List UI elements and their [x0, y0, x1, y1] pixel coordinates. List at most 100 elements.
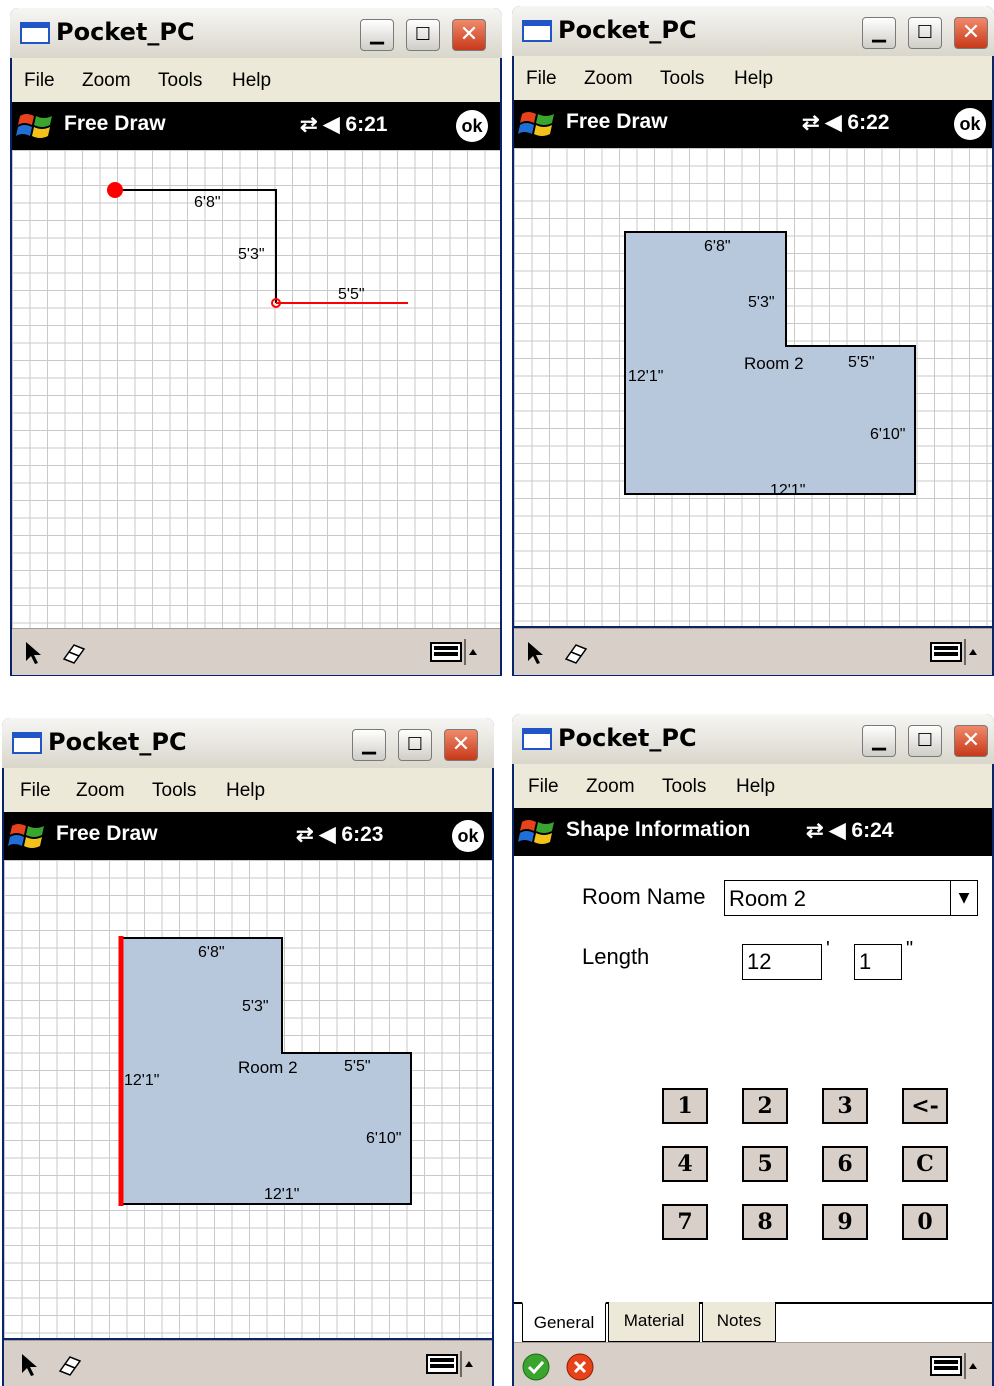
- bottom-toolbar: [514, 628, 992, 675]
- maximize-button[interactable]: ☐: [406, 19, 440, 51]
- dimension-label: 6'8": [194, 194, 221, 211]
- window-icon: [20, 22, 50, 44]
- menu-file[interactable]: File: [20, 780, 51, 802]
- keyboard-icon[interactable]: [930, 639, 978, 665]
- keyboard-icon[interactable]: [930, 1353, 978, 1379]
- keypad-4-button[interactable]: 4: [662, 1146, 708, 1182]
- drawing-layer: [107, 182, 408, 308]
- drawing-canvas[interactable]: 6'8" 5'3" 5'5": [12, 150, 500, 628]
- keypad-0-button[interactable]: 0: [902, 1204, 948, 1240]
- status-icons: ⇄ ◀︎ 6:22: [802, 111, 890, 134]
- dimension-label: 12'1": [628, 368, 664, 385]
- shape-info-form: Room Name Room 2 ▼ Length 12 ' 1 " 1 2 3…: [514, 856, 992, 1338]
- menu-help[interactable]: Help: [232, 70, 271, 92]
- menu-file[interactable]: File: [528, 776, 559, 798]
- dimension-label: 5'5": [344, 1058, 371, 1075]
- dimension-label: 12'1": [264, 1186, 300, 1203]
- clock: 6:24: [851, 819, 894, 842]
- minimize-button[interactable]: ▁: [862, 17, 896, 49]
- command-bar: Free Draw ⇄ ◀︎ 6:22 ok: [514, 100, 992, 148]
- menu-tools[interactable]: Tools: [662, 776, 706, 798]
- title-bar: Pocket_PC ▁ ☐ ✕: [10, 8, 502, 58]
- close-button[interactable]: ✕: [954, 17, 988, 49]
- menu-zoom[interactable]: Zoom: [586, 776, 635, 798]
- room-name-label: Room Name: [582, 884, 706, 909]
- keyboard-icon[interactable]: [430, 639, 478, 665]
- window-title: Pocket_PC: [48, 728, 187, 756]
- menu-zoom[interactable]: Zoom: [76, 780, 125, 802]
- drawing-canvas[interactable]: 6'8" 5'3" Room 2 5'5" 12'1" 6'10" 12'1": [514, 148, 992, 626]
- windows-start-icon[interactable]: [16, 110, 56, 142]
- dimension-label: 5'5": [848, 354, 875, 371]
- maximize-button[interactable]: ☐: [908, 725, 942, 757]
- command-title: Shape Information: [566, 818, 751, 841]
- dimension-label: 5'3": [242, 998, 269, 1015]
- cancel-icon[interactable]: [566, 1353, 594, 1381]
- pointer-tool-icon[interactable]: [20, 639, 48, 667]
- maximize-button[interactable]: ☐: [908, 17, 942, 49]
- keypad-8-button[interactable]: 8: [742, 1204, 788, 1240]
- ok-icon[interactable]: [522, 1353, 550, 1381]
- minimize-button[interactable]: ▁: [360, 19, 394, 51]
- drawing-layer: [118, 936, 412, 1206]
- menu-zoom[interactable]: Zoom: [82, 70, 131, 92]
- menu-file[interactable]: File: [24, 70, 55, 92]
- windows-start-icon[interactable]: [8, 820, 48, 852]
- keypad-9-button[interactable]: 9: [822, 1204, 868, 1240]
- tab-notes[interactable]: Notes: [702, 1302, 776, 1342]
- ok-button[interactable]: ok: [954, 108, 986, 140]
- clock: 6:22: [847, 111, 890, 134]
- length-inches-input[interactable]: 1: [854, 944, 902, 980]
- keyboard-icon[interactable]: [426, 1351, 474, 1377]
- length-label: Length: [582, 944, 650, 969]
- room-label: Room 2: [238, 1058, 298, 1077]
- window-title: Pocket_PC: [56, 18, 195, 46]
- windows-start-icon[interactable]: [518, 108, 558, 140]
- room-name-combobox[interactable]: Room 2 ▼: [724, 880, 978, 916]
- keypad-backspace-button[interactable]: <-: [902, 1088, 948, 1124]
- eraser-tool-icon[interactable]: [562, 639, 590, 667]
- window-icon: [522, 728, 552, 750]
- minimize-button[interactable]: ▁: [862, 725, 896, 757]
- menu-tools[interactable]: Tools: [660, 68, 704, 90]
- keypad-6-button[interactable]: 6: [822, 1146, 868, 1182]
- status-icons: ⇄ ◀︎ 6:24: [806, 819, 894, 842]
- bottom-toolbar: [12, 628, 500, 675]
- command-bar: Shape Information ⇄ ◀︎ 6:24: [514, 808, 992, 856]
- pointer-tool-icon[interactable]: [522, 639, 550, 667]
- length-feet-input[interactable]: 12: [742, 944, 822, 980]
- keypad-clear-button[interactable]: C: [902, 1146, 948, 1182]
- close-button[interactable]: ✕: [452, 19, 486, 51]
- keypad-5-button[interactable]: 5: [742, 1146, 788, 1182]
- pointer-tool-icon[interactable]: [16, 1351, 44, 1379]
- title-bar: Pocket_PC ▁ ☐ ✕: [2, 718, 494, 768]
- title-bar: Pocket_PC ▁ ☐ ✕: [512, 714, 994, 764]
- dropdown-arrow-icon[interactable]: ▼: [950, 881, 977, 915]
- ok-button[interactable]: ok: [456, 110, 488, 142]
- close-button[interactable]: ✕: [954, 725, 988, 757]
- dimension-label: 6'8": [198, 944, 225, 961]
- keypad-3-button[interactable]: 3: [822, 1088, 868, 1124]
- windows-start-icon[interactable]: [518, 816, 558, 848]
- menu-tools[interactable]: Tools: [158, 70, 202, 92]
- keypad-7-button[interactable]: 7: [662, 1204, 708, 1240]
- room-name-value: Room 2: [729, 886, 807, 911]
- tab-general[interactable]: General: [522, 1302, 606, 1342]
- keypad-2-button[interactable]: 2: [742, 1088, 788, 1124]
- menu-tools[interactable]: Tools: [152, 780, 196, 802]
- maximize-button[interactable]: ☐: [398, 729, 432, 761]
- ok-button[interactable]: ok: [452, 820, 484, 852]
- eraser-tool-icon[interactable]: [56, 1351, 84, 1379]
- eraser-tool-icon[interactable]: [60, 639, 88, 667]
- bottom-toolbar: [514, 1342, 992, 1386]
- menu-help[interactable]: Help: [736, 776, 775, 798]
- drawing-canvas[interactable]: 6'8" 5'3" Room 2 5'5" 12'1" 6'10" 12'1": [4, 860, 492, 1338]
- menu-zoom[interactable]: Zoom: [584, 68, 633, 90]
- menu-file[interactable]: File: [526, 68, 557, 90]
- minimize-button[interactable]: ▁: [352, 729, 386, 761]
- menu-help[interactable]: Help: [734, 68, 773, 90]
- close-button[interactable]: ✕: [444, 729, 478, 761]
- tab-material[interactable]: Material: [608, 1302, 700, 1342]
- menu-help[interactable]: Help: [226, 780, 265, 802]
- keypad-1-button[interactable]: 1: [662, 1088, 708, 1124]
